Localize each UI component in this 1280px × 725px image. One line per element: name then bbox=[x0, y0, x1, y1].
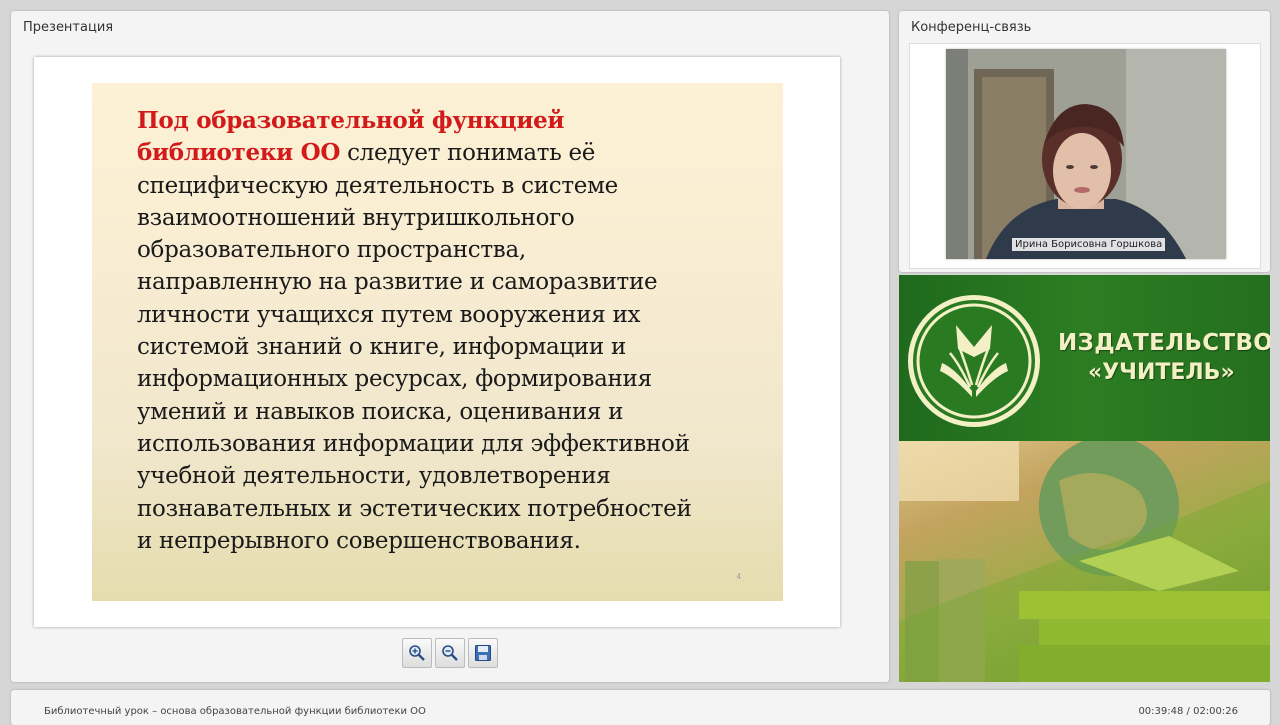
brand-name-line1: ИЗДАТЕЛЬСТВО bbox=[1058, 330, 1270, 356]
books-globe-illustration bbox=[899, 436, 1270, 682]
slide-text: Под образовательной функцией библиотеки … bbox=[137, 105, 747, 557]
lesson-title: Библиотечный урок – основа образовательн… bbox=[44, 706, 426, 717]
slide-number: 4 bbox=[736, 572, 741, 581]
banner-header: ИЗДАТЕЛЬСТВО «УЧИТЕЛЬ» bbox=[899, 275, 1270, 441]
conference-title: Конференц-связь bbox=[911, 20, 1032, 35]
save-icon bbox=[475, 645, 491, 661]
video-feed[interactable]: Ирина Борисовна Горшкова bbox=[946, 49, 1226, 259]
participant-name: Ирина Борисовна Горшкова bbox=[1012, 238, 1166, 251]
save-button[interactable] bbox=[468, 638, 498, 668]
banner-image bbox=[899, 436, 1270, 682]
publisher-banner: ИЗДАТЕЛЬСТВО «УЧИТЕЛЬ» bbox=[899, 275, 1270, 682]
slide: Под образовательной функцией библиотеки … bbox=[92, 83, 783, 601]
zoom-out-button[interactable] bbox=[435, 638, 465, 668]
zoom-in-button[interactable] bbox=[402, 638, 432, 668]
conference-panel: Конференц-связь Ирина Борисовна Горшкова bbox=[899, 11, 1270, 272]
slide-frame: Под образовательной функцией библиотеки … bbox=[34, 57, 840, 627]
zoom-in-icon bbox=[409, 645, 425, 661]
webcam-image bbox=[946, 49, 1226, 259]
presentation-panel: Презентация Под образовательной функцией… bbox=[11, 11, 889, 682]
slide-body: следует понимать её специфическую деятел… bbox=[137, 140, 692, 554]
publisher-logo-icon bbox=[908, 295, 1040, 427]
zoom-out-icon bbox=[442, 645, 458, 661]
brand-name-line2: «УЧИТЕЛЬ» bbox=[1088, 360, 1235, 385]
playback-time: 00:39:48 / 02:00:26 bbox=[1138, 706, 1238, 717]
presentation-title: Презентация bbox=[23, 20, 114, 35]
